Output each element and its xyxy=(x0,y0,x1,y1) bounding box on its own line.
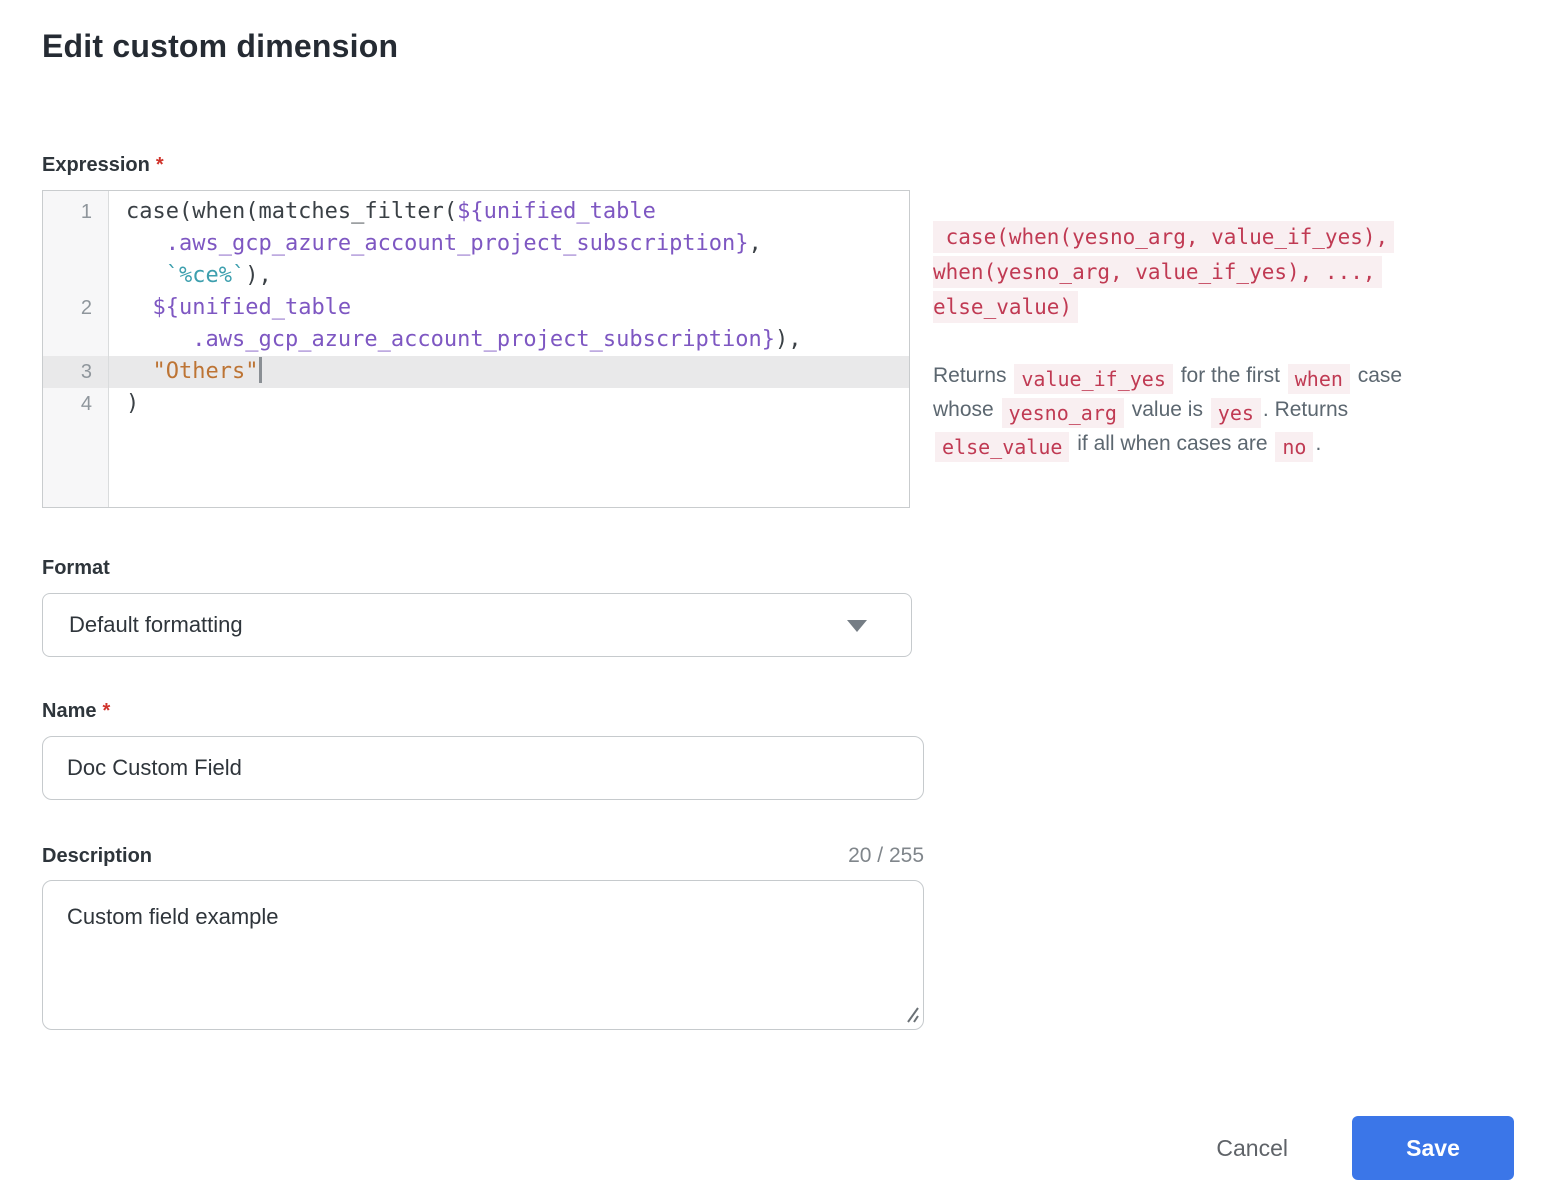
editor-row[interactable]: `%ce%`), xyxy=(43,260,909,292)
text-cursor xyxy=(259,357,262,383)
expression-label: Expression* xyxy=(42,153,1514,177)
code-token: "Others" xyxy=(153,359,259,384)
help-text: case xyxy=(1352,364,1402,387)
code-chip: yesno_arg xyxy=(1002,398,1124,428)
description-section: Description 20 / 255 Custom field exampl… xyxy=(42,844,1514,1030)
editor-row[interactable]: 4) xyxy=(43,388,909,420)
editor-row[interactable]: 1case(when(matches_filter(${unified_tabl… xyxy=(43,196,909,228)
code-chip: when xyxy=(1288,364,1350,394)
code-chip: case(when(yesno_arg, value_if_yes), xyxy=(933,221,1394,253)
description-textarea[interactable]: Custom field example xyxy=(42,880,924,1030)
code-token: .aws_gcp_azure_account_project_subscript… xyxy=(192,327,775,352)
code-token: , xyxy=(749,231,762,256)
function-signature-line: when(yesno_arg, value_if_yes), ..., xyxy=(933,256,1513,291)
code-token: ) xyxy=(126,391,139,416)
line-number-gutter: 4 xyxy=(43,388,109,420)
name-input[interactable] xyxy=(42,736,924,800)
name-label: Name* xyxy=(42,699,1514,723)
function-signature: case(when(yesno_arg, value_if_yes),when(… xyxy=(933,221,1513,326)
code-chip: else_value) xyxy=(933,291,1078,323)
function-help-panel: case(when(yesno_arg, value_if_yes),when(… xyxy=(933,190,1513,462)
expression-section: Expression* 1case(when(matches_filter(${… xyxy=(42,153,1514,508)
expression-code-editor[interactable]: 1case(when(matches_filter(${unified_tabl… xyxy=(42,190,910,508)
line-number-gutter xyxy=(43,324,109,356)
chevron-down-icon xyxy=(847,620,867,632)
code-token: ${unified_table xyxy=(457,199,656,224)
help-description-line: Returns value_if_yes for the first when … xyxy=(933,360,1513,394)
code-token: case(when(matches_filter( xyxy=(126,199,457,224)
code-token: ), xyxy=(245,263,272,288)
format-section: Format Default formatting xyxy=(42,556,1514,657)
required-asterisk: * xyxy=(156,154,164,176)
code-token: ), xyxy=(775,327,802,352)
code-line[interactable]: "Others" xyxy=(109,356,909,388)
function-signature-line: else_value) xyxy=(933,291,1513,326)
cancel-button[interactable]: Cancel xyxy=(1204,1127,1300,1170)
line-number-gutter xyxy=(43,228,109,260)
help-text: . xyxy=(1315,432,1321,455)
code-line[interactable]: ) xyxy=(109,388,909,420)
code-chip: when(yesno_arg, value_if_yes), ..., xyxy=(933,256,1382,288)
editor-row[interactable]: .aws_gcp_azure_account_project_subscript… xyxy=(43,324,909,356)
name-section: Name* xyxy=(42,699,1514,800)
code-line[interactable]: `%ce%`), xyxy=(109,260,909,292)
save-button[interactable]: Save xyxy=(1352,1116,1514,1180)
line-number-gutter xyxy=(43,420,109,507)
editor-row[interactable]: 3 "Others" xyxy=(43,356,909,388)
page-title: Edit custom dimension xyxy=(42,28,1514,65)
code-chip: yes xyxy=(1211,398,1261,428)
edit-custom-dimension-dialog: Edit custom dimension Expression* 1case(… xyxy=(0,0,1554,1204)
code-chip: else_value xyxy=(935,432,1069,462)
code-token: ${unified_table xyxy=(153,295,352,320)
code-chip: no xyxy=(1275,432,1313,462)
function-signature-line: case(when(yesno_arg, value_if_yes), xyxy=(933,221,1513,256)
required-asterisk: * xyxy=(102,700,110,722)
help-text: Returns xyxy=(933,364,1012,387)
help-text: if all when cases are xyxy=(1071,432,1273,455)
line-number-gutter: 1 xyxy=(43,196,109,228)
description-label: Description xyxy=(42,844,152,868)
code-line[interactable]: ${unified_table xyxy=(109,292,909,324)
help-text: for the first xyxy=(1175,364,1286,387)
code-line[interactable]: .aws_gcp_azure_account_project_subscript… xyxy=(109,228,909,260)
line-number-gutter xyxy=(43,260,109,292)
line-number-gutter: 3 xyxy=(43,356,109,388)
format-label: Format xyxy=(42,556,1514,580)
editor-row[interactable]: .aws_gcp_azure_account_project_subscript… xyxy=(43,228,909,260)
function-description: Returns value_if_yes for the first when … xyxy=(933,360,1513,462)
editor-row[interactable]: 2 ${unified_table xyxy=(43,292,909,324)
code-line[interactable]: .aws_gcp_azure_account_project_subscript… xyxy=(109,324,909,356)
code-chip: value_if_yes xyxy=(1014,364,1173,394)
help-text: value is xyxy=(1126,398,1209,421)
help-description-line: whose yesno_arg value is yes. Returns xyxy=(933,394,1513,428)
help-description-line: else_value if all when cases are no. xyxy=(933,428,1513,462)
dialog-footer: Cancel Save xyxy=(42,1116,1514,1180)
code-line[interactable] xyxy=(109,420,909,507)
code-token: `%ce%` xyxy=(166,263,245,288)
help-text: whose xyxy=(933,398,1000,421)
code-line[interactable]: case(when(matches_filter(${unified_table xyxy=(109,196,909,228)
help-text: . Returns xyxy=(1263,398,1348,421)
code-token: .aws_gcp_azure_account_project_subscript… xyxy=(166,231,749,256)
character-counter: 20 / 255 xyxy=(848,844,924,868)
format-select[interactable]: Default formatting xyxy=(42,593,912,657)
format-select-value: Default formatting xyxy=(69,612,243,638)
line-number-gutter: 2 xyxy=(43,292,109,324)
